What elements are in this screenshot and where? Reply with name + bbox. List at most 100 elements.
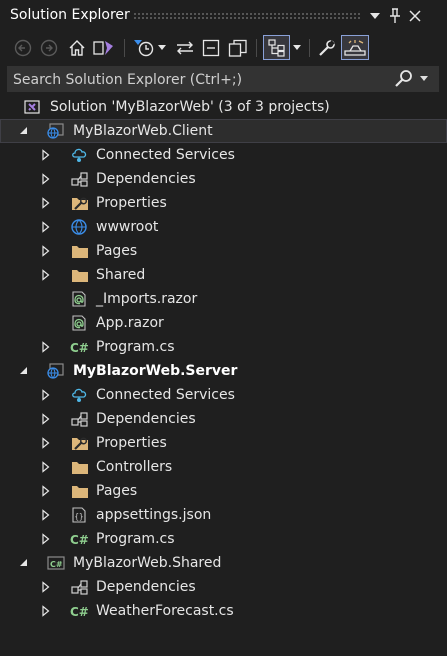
tree-item-label: Pages — [96, 243, 138, 259]
razor-file-icon — [71, 291, 87, 307]
properties-folder-icon — [71, 195, 88, 211]
collapsed-arrow-icon[interactable] — [40, 605, 52, 617]
show-all-files-icon[interactable] — [226, 35, 250, 60]
tree-item-shared-project[interactable]: C# MyBlazorWeb.Shared — [0, 551, 447, 575]
folder-icon — [71, 483, 88, 499]
tree-item-label: Program.cs — [96, 339, 175, 355]
collapsed-arrow-icon[interactable] — [40, 485, 52, 497]
svg-text:{}: {} — [75, 512, 84, 521]
search-options-dropdown-icon[interactable] — [420, 74, 428, 85]
home-icon[interactable] — [66, 35, 88, 60]
tree-item[interactable]: Controllers — [0, 455, 447, 479]
tree-item-label: Shared — [96, 267, 146, 283]
sync-with-active-document-icon[interactable] — [174, 35, 196, 60]
tree-item-label: Dependencies — [96, 171, 196, 187]
tree-item[interactable]: Shared — [0, 263, 447, 287]
collapsed-arrow-icon[interactable] — [40, 461, 52, 473]
tree-item-client-project[interactable]: MyBlazorWeb.Client — [0, 119, 447, 143]
csharp-file-icon: C# — [70, 531, 89, 547]
tree-item[interactable]: App.razor — [0, 311, 447, 335]
pending-changes-filter-icon[interactable] — [132, 35, 156, 60]
preview-selected-items-icon[interactable] — [341, 35, 369, 60]
view-class-diagram-icon[interactable] — [263, 35, 290, 60]
server-project-label: MyBlazorWeb.Server — [73, 363, 238, 379]
collapsed-arrow-icon[interactable] — [40, 245, 52, 257]
properties-folder-icon — [71, 435, 88, 451]
collapsed-arrow-icon[interactable] — [40, 149, 52, 161]
tree-item[interactable]: Properties — [0, 431, 447, 455]
tree-item[interactable]: Dependencies — [0, 407, 447, 431]
tree-item[interactable]: _Imports.razor — [0, 287, 447, 311]
tree-item-label: Properties — [96, 435, 167, 451]
tree-item-label: Pages — [96, 483, 138, 499]
csharp-file-icon: C# — [70, 339, 89, 355]
json-file-icon: {} — [71, 507, 87, 523]
pin-icon[interactable] — [386, 6, 404, 26]
collapsed-arrow-icon[interactable] — [40, 221, 52, 233]
svg-text:C#: C# — [70, 533, 89, 547]
expanded-arrow-icon[interactable] — [18, 557, 30, 569]
expanded-arrow-icon[interactable] — [18, 125, 30, 137]
forward-icon[interactable] — [38, 35, 60, 60]
tree-item-solution[interactable]: Solution 'MyBlazorWeb' (3 of 3 projects) — [0, 95, 447, 119]
collapsed-arrow-icon[interactable] — [40, 509, 52, 521]
folder-icon — [71, 267, 88, 283]
drag-grip[interactable] — [133, 12, 361, 19]
collapsed-arrow-icon[interactable] — [40, 269, 52, 281]
collapse-all-icon[interactable] — [200, 35, 222, 60]
connected-services-icon — [71, 387, 87, 403]
collapsed-arrow-icon[interactable] — [40, 581, 52, 593]
tree-item-label: _Imports.razor — [96, 291, 198, 307]
tree-item-label: Controllers — [96, 459, 173, 475]
tree-item-label: Dependencies — [96, 411, 196, 427]
search-box[interactable] — [7, 66, 439, 92]
tree-item-server-project[interactable]: MyBlazorWeb.Server — [0, 359, 447, 383]
view-dropdown-icon[interactable] — [292, 35, 302, 60]
web-project-icon — [47, 363, 64, 379]
collapsed-arrow-icon[interactable] — [40, 197, 52, 209]
client-project-label: MyBlazorWeb.Client — [73, 123, 213, 139]
collapsed-arrow-icon[interactable] — [40, 437, 52, 449]
tree-item-label: Properties — [96, 195, 167, 211]
search-icon[interactable] — [394, 68, 414, 90]
dependencies-icon — [71, 579, 88, 595]
tree-item-label: App.razor — [96, 315, 164, 331]
search-input[interactable] — [11, 68, 385, 92]
folder-icon — [71, 459, 88, 475]
collapsed-arrow-icon[interactable] — [40, 533, 52, 545]
toolbar-separator — [124, 39, 125, 57]
globe-icon — [71, 219, 87, 235]
collapsed-arrow-icon[interactable] — [40, 341, 52, 353]
panel-title: Solution Explorer — [10, 7, 130, 23]
tree-item[interactable]: Connected Services — [0, 143, 447, 167]
tree-item[interactable]: Connected Services — [0, 383, 447, 407]
window-position-dropdown-icon[interactable] — [366, 6, 384, 26]
tree-item[interactable]: Pages — [0, 239, 447, 263]
tree-item[interactable]: C# Program.cs — [0, 335, 447, 359]
tree-item[interactable]: wwwroot — [0, 215, 447, 239]
tree-item-label: Connected Services — [96, 387, 235, 403]
close-icon[interactable] — [406, 6, 424, 26]
switch-views-icon[interactable] — [92, 35, 116, 60]
toolbar-separator — [256, 39, 257, 57]
collapsed-arrow-icon[interactable] — [40, 413, 52, 425]
dependencies-icon — [71, 171, 88, 187]
tree-item[interactable]: C# WeatherForecast.cs — [0, 599, 447, 623]
properties-wrench-icon[interactable] — [316, 35, 338, 60]
tree-item[interactable]: {} appsettings.json — [0, 503, 447, 527]
tree-item[interactable]: Properties — [0, 191, 447, 215]
tree-item[interactable]: C# Program.cs — [0, 527, 447, 551]
collapsed-arrow-icon[interactable] — [40, 389, 52, 401]
expanded-arrow-icon[interactable] — [18, 365, 30, 377]
filter-dropdown-icon[interactable] — [157, 35, 167, 60]
tree-item[interactable]: Pages — [0, 479, 447, 503]
folder-icon — [71, 243, 88, 259]
tree-item[interactable]: Dependencies — [0, 167, 447, 191]
collapsed-arrow-icon[interactable] — [40, 173, 52, 185]
tree-item[interactable]: Dependencies — [0, 575, 447, 599]
web-project-icon — [47, 123, 64, 139]
back-icon[interactable] — [12, 35, 34, 60]
tree-item-label: WeatherForecast.cs — [96, 603, 234, 619]
toolbar-separator — [309, 39, 310, 57]
solution-explorer-panel: Solution Explorer Search Solution Explor… — [0, 0, 447, 656]
